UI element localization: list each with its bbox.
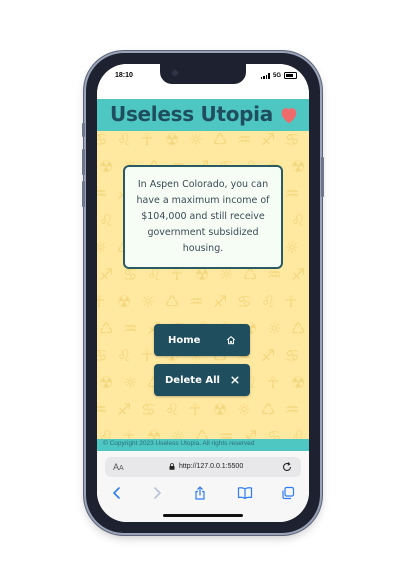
back-icon[interactable] bbox=[111, 486, 123, 505]
reload-icon[interactable] bbox=[281, 460, 293, 478]
close-icon bbox=[231, 376, 239, 384]
pattern-glyph: ♺ bbox=[291, 319, 305, 338]
pattern-glyph: ♋ bbox=[285, 131, 299, 149]
pattern-glyph: ☢ bbox=[291, 373, 305, 392]
copyright-text: © Copyright 2023 Useless Utopia. All rig… bbox=[103, 440, 255, 447]
pattern-glyph: ♐ bbox=[117, 400, 131, 419]
url-display[interactable]: http://127.0.0.1:5500 bbox=[169, 463, 243, 470]
pattern-glyph: ☼ bbox=[267, 319, 281, 338]
battery-icon bbox=[284, 72, 297, 79]
pattern-glyph: ♒ bbox=[97, 184, 107, 203]
app-header: Useless Utopia bbox=[97, 99, 309, 131]
volume-up-button bbox=[82, 149, 85, 175]
pattern-glyph: ♐ bbox=[291, 265, 305, 284]
pattern-glyph: ☢ bbox=[291, 157, 305, 176]
signal-icon bbox=[260, 72, 270, 79]
url-text: http://127.0.0.1:5500 bbox=[179, 463, 244, 470]
pattern-glyph: ♋ bbox=[97, 131, 107, 149]
pattern-glyph: ♌ bbox=[99, 211, 113, 230]
pattern-glyph: ♌ bbox=[291, 211, 305, 230]
status-time: 18:10 bbox=[115, 72, 133, 79]
home-indicator bbox=[163, 514, 243, 517]
pattern-glyph: ☼ bbox=[285, 238, 299, 257]
camera bbox=[172, 70, 178, 76]
pattern-glyph: ♒ bbox=[285, 184, 299, 203]
pattern-glyph: ♐ bbox=[261, 346, 275, 365]
pattern-glyph: ♺ bbox=[99, 319, 113, 338]
share-icon[interactable] bbox=[193, 486, 207, 505]
main-content: ♋♌☥☢☼♺♒♐♋♌☢☼♺♒♐♋♌☥☢☼♒♐♋♌☥☢☼♺♒♐♌☥☢☼♺♒♐♋♌☥… bbox=[97, 131, 309, 451]
delete-all-button[interactable]: Delete All bbox=[154, 364, 250, 396]
pattern-glyph: ♐ bbox=[213, 292, 227, 311]
pattern-glyph: ☢ bbox=[99, 373, 113, 392]
pattern-glyph: ☼ bbox=[123, 373, 137, 392]
pattern-glyph: ♺ bbox=[165, 292, 179, 311]
pattern-glyph: ☥ bbox=[97, 292, 105, 311]
fact-text: In Aspen Colorado, you can have a maximu… bbox=[136, 179, 270, 254]
power-button bbox=[321, 157, 324, 197]
address-bar[interactable]: AA http://127.0.0.1:5500 bbox=[105, 457, 301, 477]
pattern-glyph: ☼ bbox=[141, 292, 155, 311]
home-button[interactable]: Home bbox=[154, 324, 250, 356]
browser-toolbar bbox=[97, 484, 309, 504]
footer: © Copyright 2023 Useless Utopia. All rig… bbox=[97, 439, 309, 451]
pattern-glyph: ♌ bbox=[261, 292, 275, 311]
pattern-glyph: ☥ bbox=[141, 346, 153, 365]
notch bbox=[160, 64, 246, 84]
lock-icon bbox=[169, 463, 175, 470]
pattern-glyph: ☢ bbox=[117, 292, 131, 311]
pattern-glyph: ☼ bbox=[189, 131, 203, 149]
pattern-glyph: ☥ bbox=[267, 373, 279, 392]
pattern-glyph: ♒ bbox=[97, 400, 107, 419]
volume-down-button bbox=[82, 181, 85, 207]
forward-icon[interactable] bbox=[151, 486, 163, 505]
fact-card: In Aspen Colorado, you can have a maximu… bbox=[123, 165, 283, 269]
pattern-glyph: ☥ bbox=[141, 131, 153, 149]
pattern-glyph: ♒ bbox=[237, 131, 251, 149]
pattern-glyph: ♺ bbox=[261, 400, 275, 419]
house-icon bbox=[226, 335, 236, 345]
pattern-glyph: ☢ bbox=[99, 157, 113, 176]
pattern-glyph: ♋ bbox=[237, 292, 251, 311]
phone-screen: 18:10 5G Useless Utopia ♋♌☥☢☼♺♒♐♋♌☢☼♺♒♐♋… bbox=[97, 64, 309, 522]
phone-frame: 18:10 5G Useless Utopia ♋♌☥☢☼♺♒♐♋♌☢☼♺♒♐♋… bbox=[82, 53, 324, 533]
mute-switch bbox=[82, 123, 85, 137]
pattern-glyph: ♺ bbox=[213, 131, 227, 149]
pattern-glyph: ♒ bbox=[189, 292, 203, 311]
pattern-glyph: ☢ bbox=[165, 131, 179, 149]
pattern-glyph: ♒ bbox=[123, 319, 137, 338]
app-title[interactable]: Useless Utopia bbox=[110, 102, 273, 126]
pattern-glyph: ☥ bbox=[189, 400, 201, 419]
pattern-glyph: ♌ bbox=[117, 346, 131, 365]
pattern-glyph: ♋ bbox=[141, 400, 155, 419]
pattern-glyph: ☢ bbox=[213, 400, 227, 419]
pattern-glyph: ♒ bbox=[285, 400, 299, 419]
pattern-glyph: ♐ bbox=[261, 131, 275, 149]
delete-all-button-label: Delete All bbox=[165, 374, 220, 386]
home-button-label: Home bbox=[168, 334, 201, 346]
pattern-glyph: ♋ bbox=[97, 346, 107, 365]
text-size-button[interactable]: AA bbox=[113, 462, 124, 472]
bookmarks-icon[interactable] bbox=[237, 486, 253, 505]
pattern-glyph: ☼ bbox=[237, 400, 251, 419]
status-indicators: 5G bbox=[260, 72, 297, 79]
pattern-glyph: ☥ bbox=[285, 292, 297, 311]
heart-icon[interactable] bbox=[278, 104, 300, 126]
tabs-icon[interactable] bbox=[281, 486, 295, 505]
network-label: 5G bbox=[272, 72, 281, 79]
pattern-glyph: ♐ bbox=[99, 265, 113, 284]
browser-chrome: AA http://127.0.0.1:5500 bbox=[97, 451, 309, 522]
pattern-glyph: ♋ bbox=[285, 346, 299, 365]
pattern-glyph: ♌ bbox=[165, 400, 179, 419]
pattern-glyph: ♌ bbox=[117, 131, 131, 149]
pattern-glyph: ☼ bbox=[97, 238, 107, 257]
